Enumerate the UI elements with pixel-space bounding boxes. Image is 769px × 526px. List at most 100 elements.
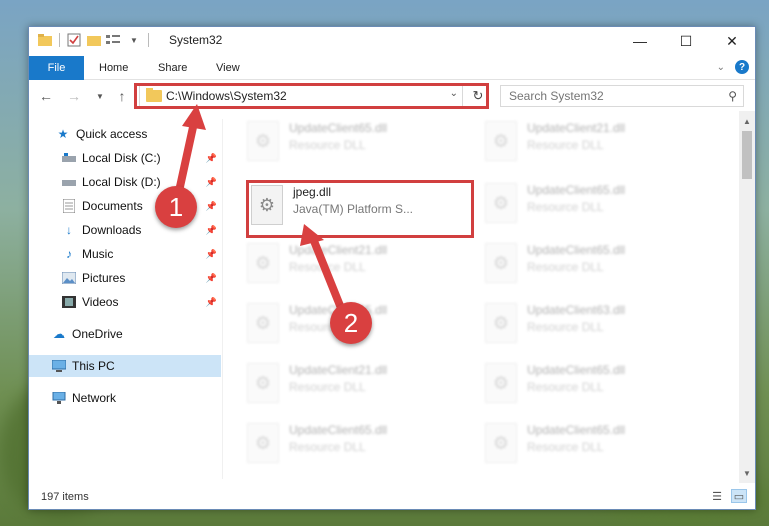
large-icons-view-icon[interactable]: ▭ [731,489,747,503]
sidebar-item-label: Local Disk (D:) [82,175,161,189]
pin-icon[interactable]: 📌 [206,153,217,164]
file-item[interactable]: ⚙ UpdateClient65.dll Resource DLL [247,119,467,171]
dll-file-icon: ⚙ [485,423,517,463]
tab-file[interactable]: File [29,56,84,80]
close-button[interactable]: ✕ [709,27,755,55]
window-controls: — ☐ ✕ [617,27,755,55]
pin-icon[interactable]: 📌 [206,177,217,188]
item-count: 197 items [41,491,89,503]
sidebar-item-music[interactable]: ♪ Music 📌 [29,243,221,265]
sidebar-item-videos[interactable]: Videos 📌 [29,291,221,313]
address-highlight-box [134,83,489,109]
expand-ribbon-icon[interactable]: ⌄ [717,62,725,73]
scroll-down-arrow-icon[interactable]: ▼ [739,465,755,481]
pin-icon[interactable]: 📌 [206,201,217,212]
step-callout-1: 1 [155,186,197,228]
file-name: UpdateClient65.dll [527,183,626,197]
window-title: System32 [169,33,223,47]
toolbar-divider [148,33,149,47]
sidebar-item-quick-access[interactable]: ★ Quick access [29,123,221,145]
back-arrow-icon[interactable]: ← [37,87,55,105]
downloads-icon: ↓ [66,223,72,237]
pin-icon[interactable]: 📌 [206,273,217,284]
file-explorer-window: ▼ System32 — ☐ ✕ File Home Share View ⌄ … [28,26,756,510]
file-item[interactable]: ⚙ UpdateClient65.dll Resource DLL [485,421,705,473]
tab-view[interactable]: View [216,56,240,80]
up-arrow-icon[interactable]: ↑ [113,87,131,105]
file-description: Resource DLL [527,440,604,454]
file-description: Resource DLL [527,380,604,394]
recent-locations-icon[interactable]: ▼ [91,87,109,105]
music-icon: ♪ [66,247,72,261]
file-item[interactable]: ⚙ UpdateClient65.dll Resource DLL [485,181,705,233]
vertical-scrollbar[interactable]: ▲ ▼ [739,111,755,483]
scrollbar-thumb[interactable] [742,131,752,179]
search-icon[interactable]: ⚲ [728,89,737,103]
sidebar-item-label: Music [82,247,114,261]
pane-divider [222,119,223,479]
sidebar-item-label: Videos [82,295,119,309]
file-item[interactable]: ⚙ UpdateClient21.dll Resource DLL [485,119,705,171]
sidebar-item-local-disk-d[interactable]: Local Disk (D:) 📌 [29,171,221,193]
star-icon: ★ [57,127,69,141]
minimize-button[interactable]: — [617,27,663,55]
sidebar-item-onedrive[interactable]: ☁ OneDrive [29,323,221,345]
sidebar-item-downloads[interactable]: ↓ Downloads 📌 [29,219,221,241]
sidebar-item-label: Pictures [82,271,126,285]
file-item[interactable]: ⚙ UpdateClient65.dll Resource DLL [485,361,705,413]
toolbar-divider [59,33,60,47]
tab-share[interactable]: Share [158,56,187,80]
sidebar-item-label: Documents [82,199,143,213]
drive-icon [61,174,77,190]
new-folder-icon[interactable] [86,32,102,48]
ribbon-help-area: ⌄ ? [717,60,749,74]
file-item[interactable]: ⚙ UpdateClient21.dll Resource DLL [247,361,467,413]
sidebar-item-network[interactable]: Network [29,387,221,409]
folder-icon[interactable] [37,32,53,48]
file-description: Resource DLL [289,380,366,394]
chevron-down-icon[interactable]: ▼ [126,32,142,48]
dll-file-icon: ⚙ [485,243,517,283]
sidebar-item-label: Downloads [82,223,142,237]
file-name: UpdateClient65.dll [289,121,388,135]
sidebar-item-label: Local Disk (C:) [82,151,161,165]
file-name: UpdateClient63.dll [527,303,626,317]
maximize-button[interactable]: ☐ [663,27,709,55]
status-bar: 197 items ☰ ▭ [29,485,755,509]
file-description: Resource DLL [527,138,604,152]
file-highlight-box [246,180,474,238]
search-input[interactable] [509,89,709,103]
dll-file-icon: ⚙ [485,121,517,161]
help-icon[interactable]: ? [735,60,749,74]
tab-home[interactable]: Home [99,56,128,80]
customize-toolbar-icon[interactable] [106,32,122,48]
quick-access-toolbar: ▼ [37,32,151,48]
file-item[interactable]: ⚙ UpdateClient65.dll Resource DLL [485,241,705,293]
file-description: Resource DLL [527,320,604,334]
pin-icon[interactable]: 📌 [206,297,217,308]
details-view-icon[interactable]: ☰ [709,489,725,503]
search-box[interactable]: ⚲ [500,85,744,107]
scroll-up-arrow-icon[interactable]: ▲ [739,113,755,129]
file-description: Resource DLL [527,200,604,214]
sidebar-item-label: OneDrive [72,327,123,341]
ribbon-tabs: File Home Share View ⌄ ? [29,56,755,80]
pin-icon[interactable]: 📌 [206,249,217,260]
file-item[interactable]: ⚙ UpdateClient63.dll Resource DLL [485,301,705,353]
file-list: ⚙ UpdateClient65.dll Resource DLL ⚙ jpeg.… [239,119,739,479]
sidebar-item-label: Network [72,391,117,405]
title-bar: ▼ System32 — ☐ ✕ [29,27,755,55]
properties-icon[interactable] [66,32,82,48]
file-item[interactable]: ⚙ UpdateClient65.dll Resource DLL [247,421,467,473]
forward-arrow-icon[interactable]: → [65,87,83,105]
documents-icon [61,198,77,214]
dll-file-icon: ⚙ [247,243,279,283]
sidebar-item-local-disk-c[interactable]: Local Disk (C:) 📌 [29,147,221,169]
sidebar-item-this-pc[interactable]: This PC [29,355,221,377]
navigation-pane: ★ Quick access Local Disk (C:) 📌 Local D… [29,119,221,479]
file-name: UpdateClient21.dll [289,363,388,377]
file-item[interactable]: ⚙ UpdateClient21.dll Resource DLL [247,241,467,293]
sidebar-item-pictures[interactable]: Pictures 📌 [29,267,221,289]
file-description: Resource DLL [527,260,604,274]
pin-icon[interactable]: 📌 [206,225,217,236]
